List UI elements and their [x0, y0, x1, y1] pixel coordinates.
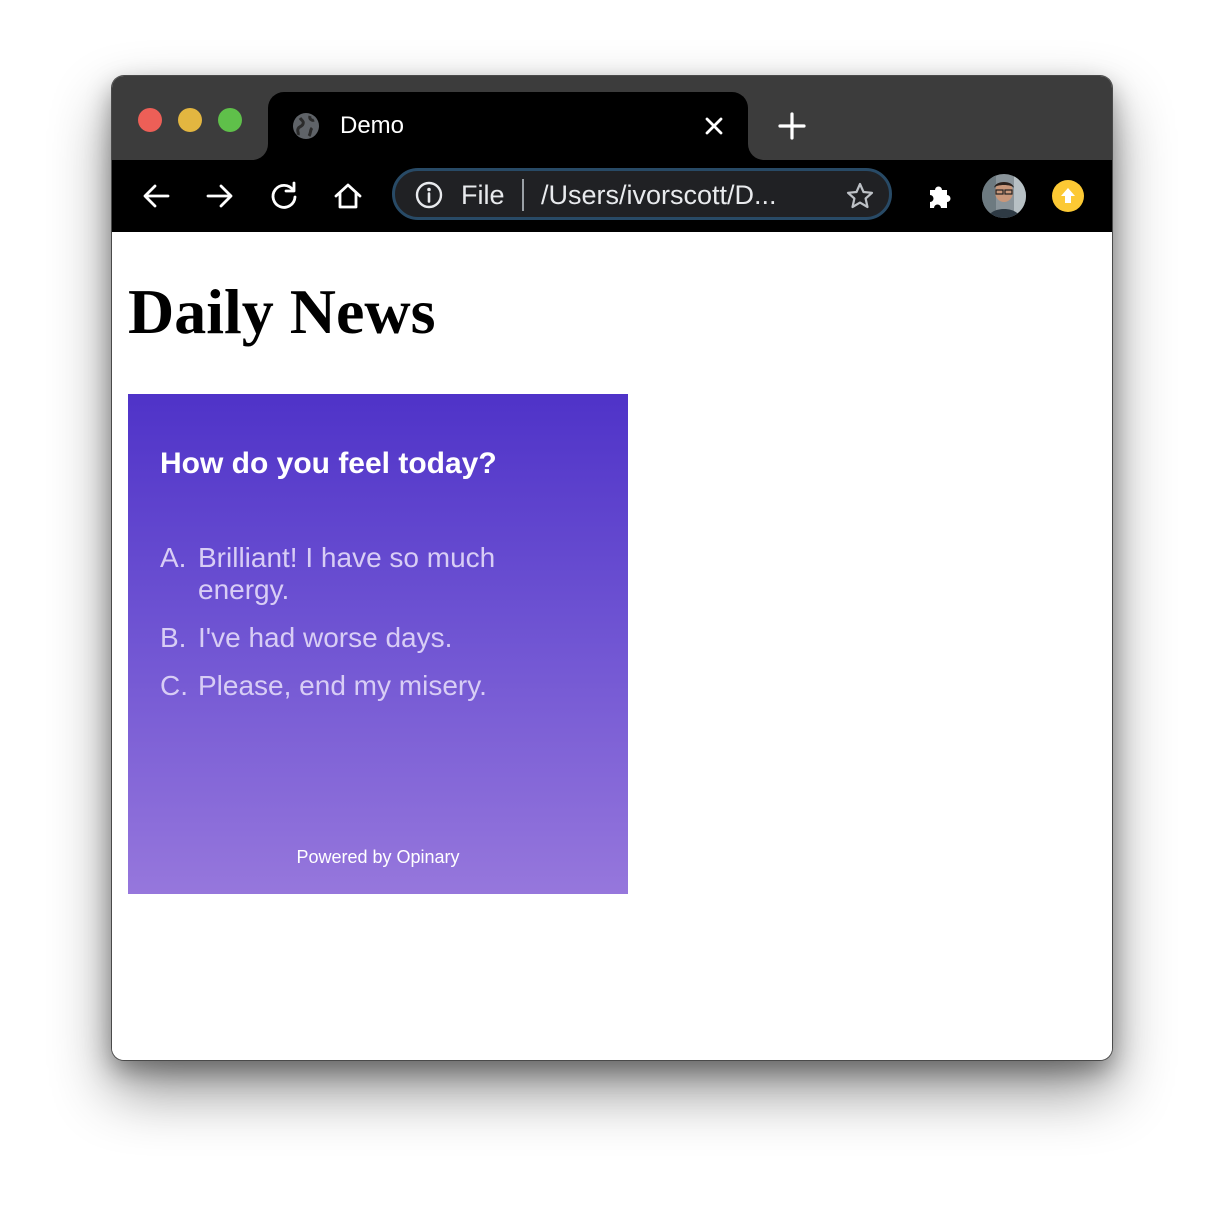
- poll-option-letter: C.: [160, 670, 188, 701]
- url-scheme-label: File: [461, 180, 505, 210]
- close-window-button[interactable]: [138, 108, 162, 132]
- plus-icon[interactable]: [776, 110, 808, 142]
- page-title: Daily News: [128, 276, 436, 347]
- poll-question: How do you feel today?: [160, 447, 497, 480]
- arrow-left-icon[interactable]: [140, 180, 172, 212]
- browser-window: Demo File /Users/ivorscott/D... Daily Ne…: [112, 76, 1112, 1060]
- arrow-right-icon[interactable]: [204, 180, 236, 212]
- update-arrow-icon: [1061, 188, 1075, 203]
- url-separator: [522, 179, 524, 211]
- tab-title: Demo: [340, 112, 405, 139]
- star-icon[interactable]: [845, 181, 875, 211]
- globe-icon: [293, 113, 319, 139]
- poll-option-b[interactable]: B. I've had worse days.: [160, 622, 580, 654]
- profile-avatar[interactable]: [982, 174, 1026, 218]
- reload-icon[interactable]: [268, 180, 300, 212]
- close-icon[interactable]: [702, 114, 726, 138]
- maximize-window-button[interactable]: [218, 108, 242, 132]
- minimize-window-button[interactable]: [178, 108, 202, 132]
- poll-option-text: Brilliant! I have so much energy.: [198, 542, 496, 605]
- tab-demo[interactable]: Demo: [268, 92, 748, 160]
- poll-option-letter: A.: [160, 542, 187, 573]
- poll-option-text: Please, end my misery.: [198, 670, 487, 701]
- browser-toolbar: File /Users/ivorscott/D...: [112, 160, 1112, 232]
- update-button[interactable]: [1052, 180, 1084, 212]
- poll-option-a[interactable]: A. Brilliant! I have so much energy.: [160, 542, 580, 606]
- avatar-image: [982, 174, 1026, 218]
- page-content: Daily News How do you feel today? A. Bri…: [112, 232, 1112, 1060]
- poll-widget: How do you feel today? A. Brilliant! I h…: [128, 394, 628, 894]
- title-bar: Demo: [112, 76, 1112, 160]
- poll-option-text: I've had worse days.: [198, 622, 453, 653]
- info-icon[interactable]: [415, 181, 443, 209]
- poll-option-letter: B.: [160, 622, 187, 653]
- home-icon[interactable]: [332, 180, 364, 212]
- poll-options-list: A. Brilliant! I have so much energy. B. …: [160, 542, 580, 718]
- poll-option-c[interactable]: C. Please, end my misery.: [160, 670, 580, 702]
- address-bar[interactable]: File /Users/ivorscott/D...: [392, 168, 892, 220]
- poll-footer[interactable]: Powered by Opinary: [128, 846, 628, 868]
- puzzle-icon[interactable]: [924, 180, 956, 212]
- url-text[interactable]: /Users/ivorscott/D...: [541, 181, 777, 209]
